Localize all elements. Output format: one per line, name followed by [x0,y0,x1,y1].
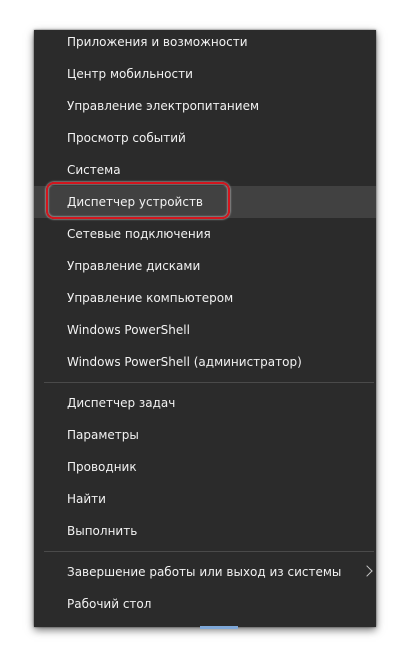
chevron-right-icon [361,565,373,577]
menu-item-shut-down-or-sign-out[interactable]: Завершение работы или выход из системы [34,556,376,588]
menu-item-label: Рабочий стол [67,597,152,611]
menu-item-task-manager[interactable]: Диспетчер задач [34,387,376,419]
menu-item-desktop[interactable]: Рабочий стол [34,588,376,620]
menu-item-power-options[interactable]: Управление электропитанием [34,90,376,122]
menu-item-label: Просмотр событий [67,131,186,145]
menu-item-label: Сетевые подключения [67,227,211,241]
menu-item-label: Центр мобильности [67,67,193,81]
menu-item-label: Проводник [67,460,137,474]
menu-item-label: Завершение работы или выход из системы [67,565,342,579]
menu-item-label: Выполнить [67,524,138,538]
annotation-highlight-ring [46,182,230,219]
menu-item-label: Управление электропитанием [67,99,259,113]
menu-item-windows-powershell-admin[interactable]: Windows PowerShell (администратор) [34,346,376,378]
menu-item-label: Диспетчер задач [67,396,176,410]
menu-separator [44,551,374,552]
menu-item-search[interactable]: Найти [34,483,376,515]
menu-item-disk-management[interactable]: Управление дисками [34,250,376,282]
menu-item-mobility-center[interactable]: Центр мобильности [34,58,376,90]
menu-item-label: Управление дисками [67,259,201,273]
quick-link-context-menu: Приложения и возможности Центр мобильнос… [34,30,376,627]
menu-item-network-connections[interactable]: Сетевые подключения [34,218,376,250]
menu-item-label: Параметры [67,428,139,442]
menu-item-computer-management[interactable]: Управление компьютером [34,282,376,314]
menu-item-label: Windows PowerShell (администратор) [67,355,302,369]
menu-item-label: Приложения и возможности [67,35,248,49]
menu-item-event-viewer[interactable]: Просмотр событий [34,122,376,154]
menu-item-run[interactable]: Выполнить [34,515,376,547]
menu-item-label: Управление компьютером [67,291,234,305]
menu-item-label: Найти [67,492,106,506]
menu-item-settings[interactable]: Параметры [34,419,376,451]
screenshot-page: Приложения и возможности Центр мобильнос… [0,0,409,662]
menu-item-label: Система [67,163,121,177]
menu-separator [44,382,374,383]
taskbar-accent-line [200,626,238,629]
menu-item-apps-and-features[interactable]: Приложения и возможности [34,26,376,58]
menu-item-label: Windows PowerShell [67,323,190,337]
menu-item-windows-powershell[interactable]: Windows PowerShell [34,314,376,346]
menu-item-file-explorer[interactable]: Проводник [34,451,376,483]
